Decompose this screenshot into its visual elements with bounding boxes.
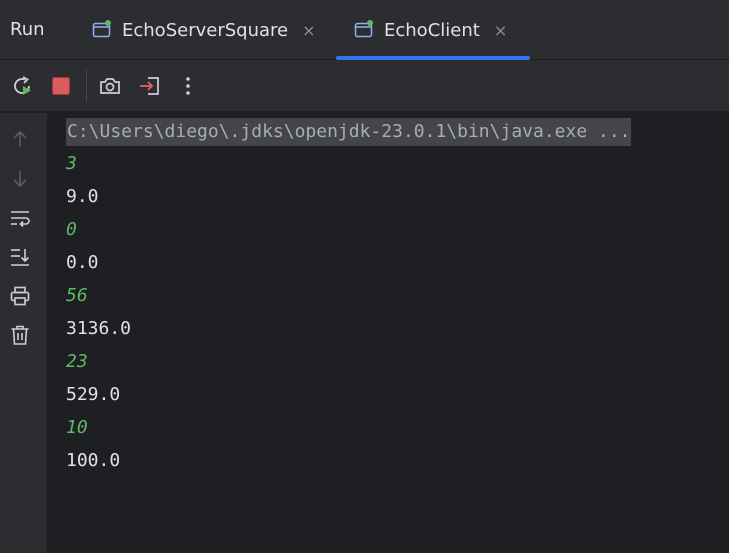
- console-output[interactable]: C:\Users\diego\.jdks\openjdk-23.0.1\bin\…: [48, 113, 729, 553]
- stop-icon[interactable]: [48, 73, 74, 99]
- rerun-icon[interactable]: [9, 73, 35, 99]
- close-icon[interactable]: ×: [302, 21, 315, 40]
- tab-echo-client[interactable]: EchoClient ×: [344, 0, 530, 60]
- console-input-line: 0: [66, 219, 77, 240]
- console-output-line: 100.0: [66, 450, 121, 471]
- tab-label: EchoClient: [384, 19, 480, 41]
- console-input-line: 56: [66, 285, 88, 306]
- application-icon: [354, 20, 374, 40]
- close-icon[interactable]: ×: [494, 21, 507, 40]
- scroll-to-end-icon[interactable]: [8, 245, 32, 269]
- console-output-line: 9.0: [66, 186, 99, 207]
- command-line: C:\Users\diego\.jdks\openjdk-23.0.1\bin\…: [66, 118, 631, 146]
- arrow-down-icon[interactable]: [8, 167, 32, 191]
- trash-icon[interactable]: [8, 323, 32, 347]
- soft-wrap-icon[interactable]: [8, 206, 32, 230]
- console-input-line: 3: [66, 153, 77, 174]
- arrow-up-icon[interactable]: [8, 127, 32, 151]
- console-output-line: 3136.0: [66, 318, 132, 339]
- console-input-line: 10: [66, 417, 88, 438]
- tab-echo-server-square[interactable]: EchoServerSquare ×: [82, 0, 334, 60]
- exit-icon[interactable]: [137, 73, 163, 99]
- more-icon[interactable]: [175, 73, 201, 99]
- application-icon: [92, 20, 112, 40]
- console-output-line: 0.0: [66, 252, 99, 273]
- console-side-toolbar: [0, 113, 48, 553]
- print-icon[interactable]: [8, 284, 32, 308]
- run-tool-window-header: Run EchoServerSquare × EchoClient ×: [0, 0, 729, 60]
- console-output-line: 529.0: [66, 384, 121, 405]
- screenshot-icon[interactable]: [97, 73, 123, 99]
- tab-label: EchoServerSquare: [122, 19, 289, 41]
- run-title: Run: [10, 19, 45, 40]
- run-toolbar: [0, 60, 729, 112]
- console-input-line: 23: [66, 351, 88, 372]
- toolbar-separator: [86, 70, 87, 102]
